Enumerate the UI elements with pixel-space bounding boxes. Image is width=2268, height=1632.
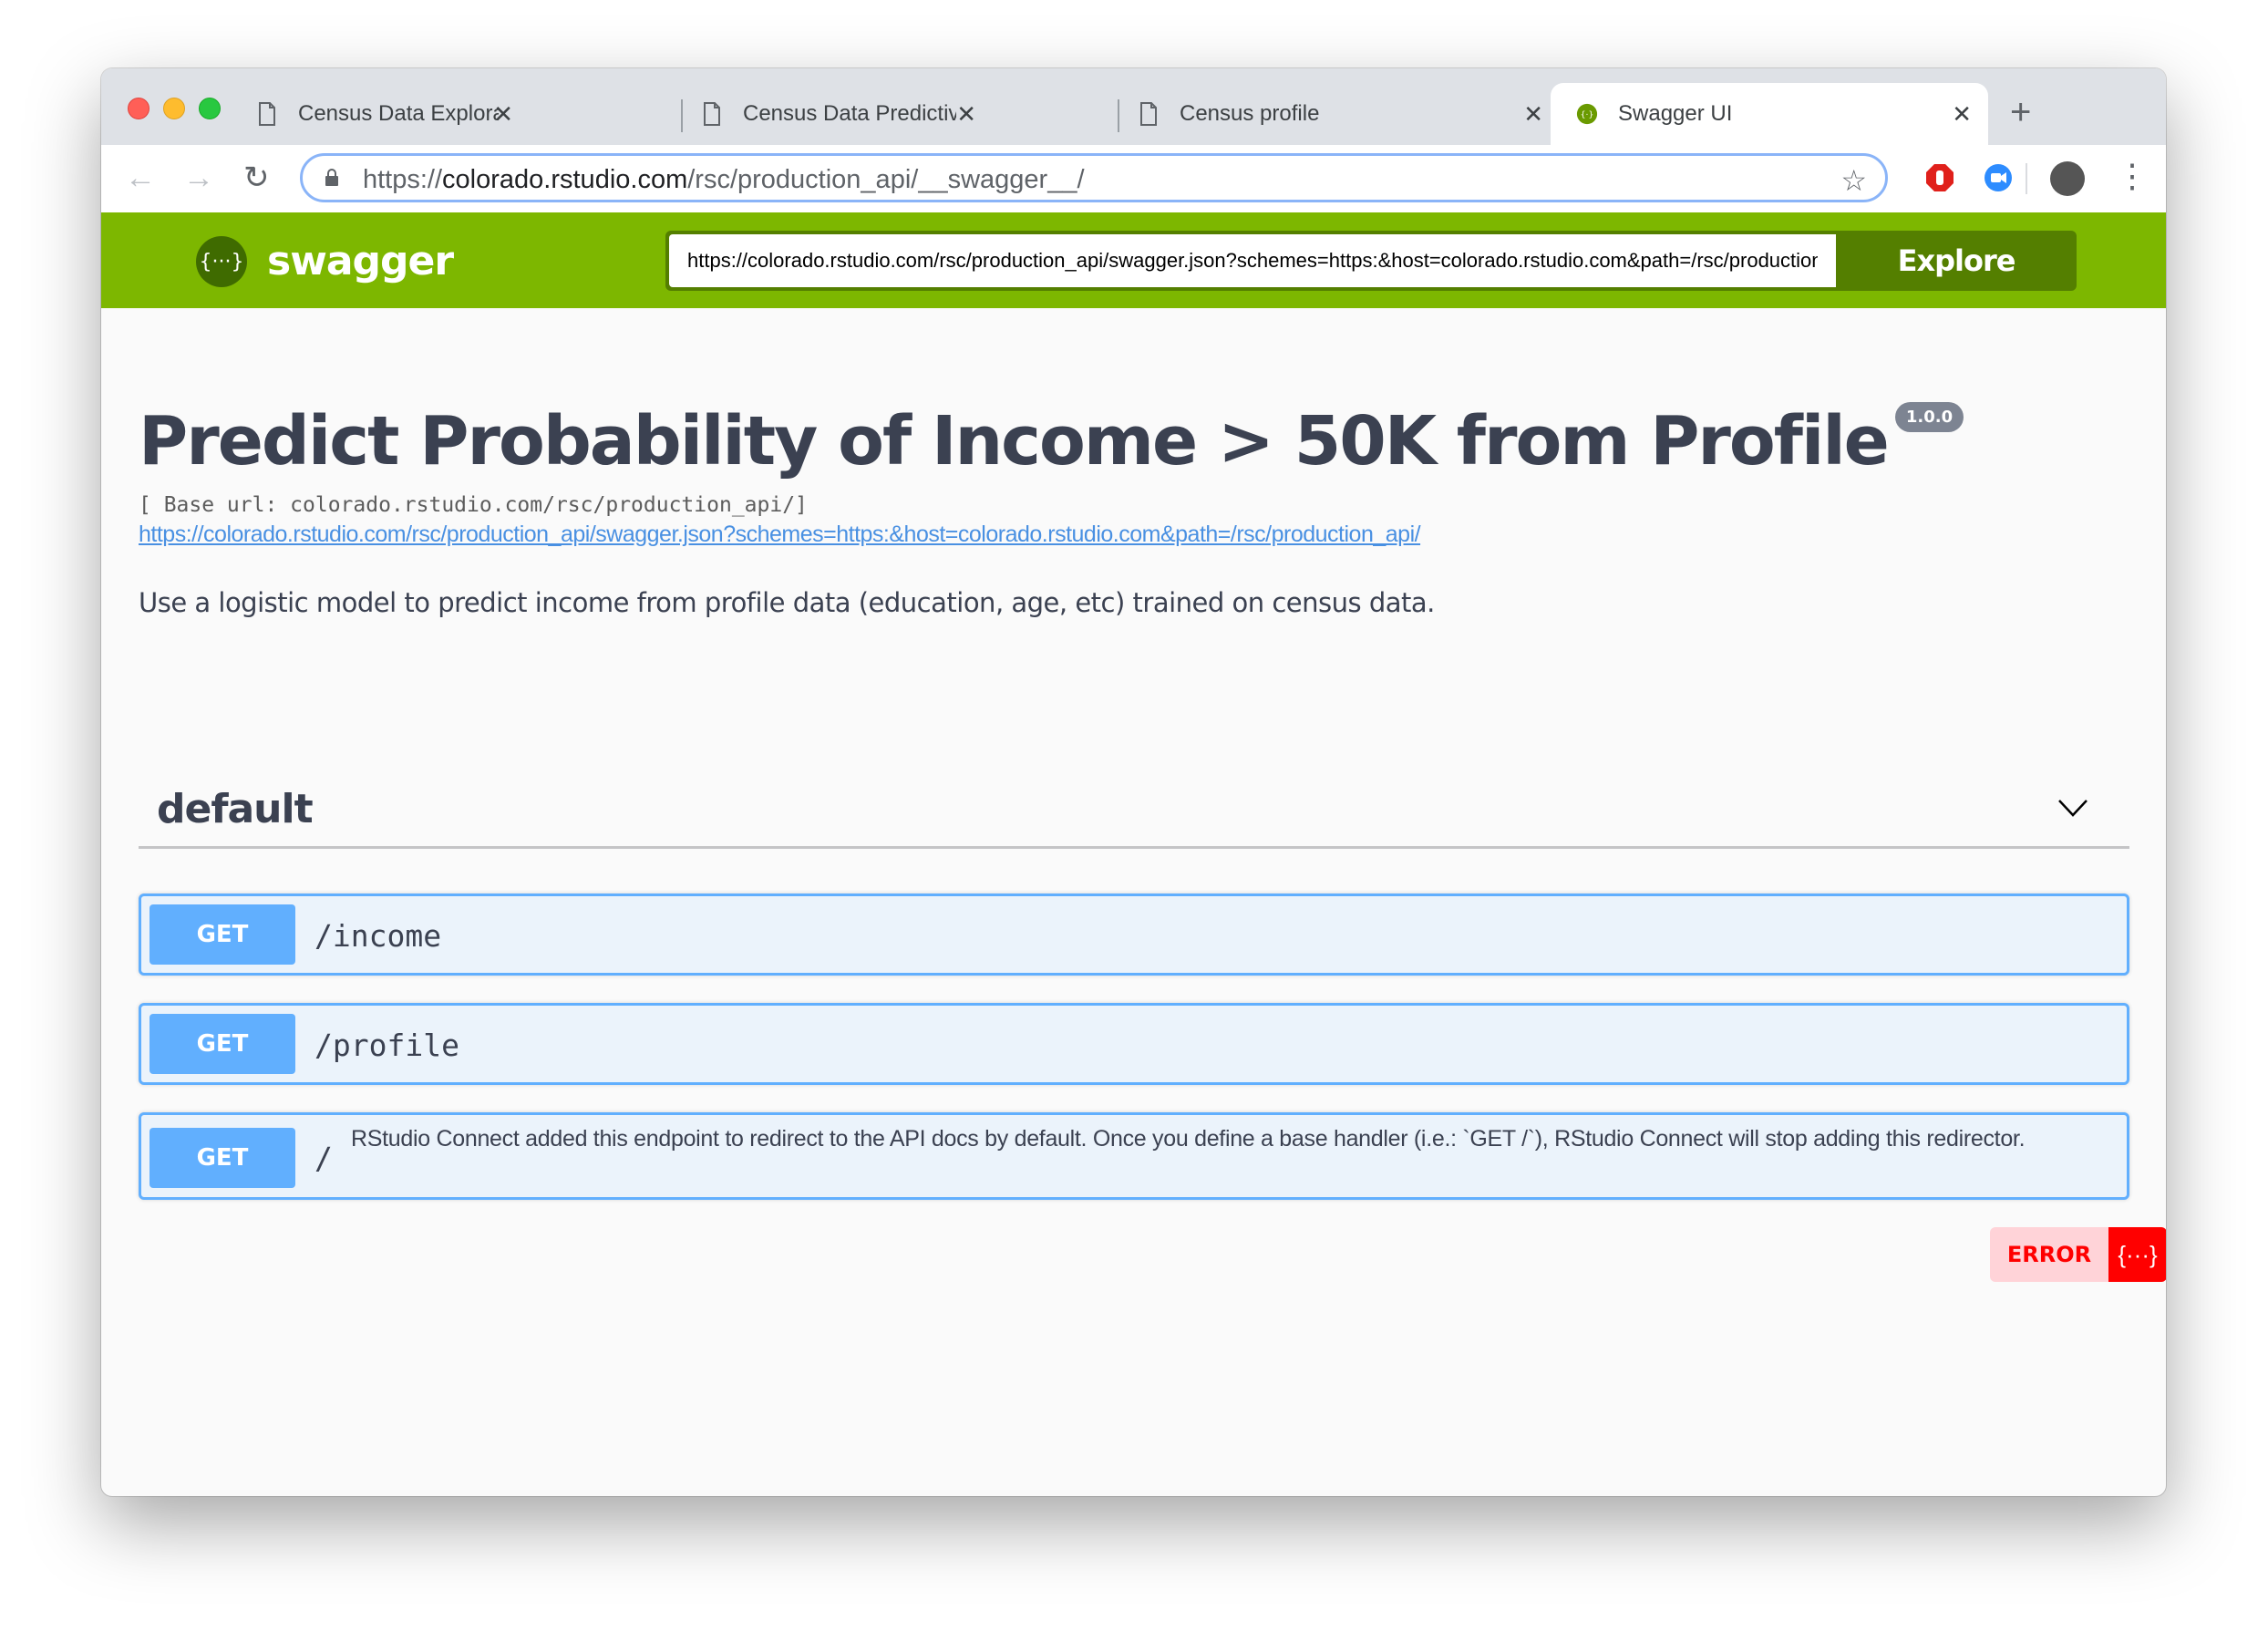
- url-text[interactable]: https://colorado.rstudio.com/rsc/product…: [363, 165, 1085, 195]
- tab-title: Swagger UI: [1618, 101, 1733, 126]
- close-window-button[interactable]: [128, 98, 149, 119]
- operation-path: /: [314, 1141, 333, 1176]
- tab-separator: [681, 99, 683, 132]
- operation-path: /profile: [314, 1028, 459, 1063]
- tab-census-eda[interactable]: Census Data Exploratory Analy ✕: [256, 83, 530, 145]
- document-icon: [701, 101, 723, 127]
- swagger-topbar: {···} swagger Explore: [101, 212, 2166, 308]
- api-title-text: Predict Probability of Income > 50K from…: [139, 402, 1890, 480]
- url-host: colorado.rstudio.com: [442, 165, 688, 194]
- tab-title: Census Data Exploratory Analy: [298, 101, 499, 126]
- api-title: Predict Probability of Income > 50K from…: [139, 402, 1964, 480]
- swagger-brand[interactable]: swagger: [267, 238, 454, 284]
- method-badge: GET: [149, 1128, 295, 1188]
- tab-title: Census Data Predictive Models: [743, 101, 956, 126]
- method-badge: GET: [149, 904, 295, 965]
- tab-close-icon[interactable]: ✕: [493, 100, 513, 129]
- zoom-icon[interactable]: [1984, 163, 2013, 192]
- browser-window: Census Data Exploratory Analy ✕ Census D…: [101, 68, 2166, 1496]
- validator-error-label: ERROR: [1990, 1227, 2108, 1282]
- api-description: Use a logistic model to predict income f…: [139, 587, 1435, 618]
- bookmark-star-icon[interactable]: ☆: [1840, 163, 1867, 198]
- version-badge: 1.0.0: [1894, 402, 1964, 432]
- chevron-down-icon[interactable]: [2057, 791, 2089, 824]
- method-badge: GET: [149, 1014, 295, 1074]
- adblock-icon[interactable]: [1925, 163, 1954, 192]
- base-url: [ Base url: colorado.rstudio.com/rsc/pro…: [139, 493, 808, 517]
- toolbar-separator: [2026, 163, 2027, 194]
- reload-button[interactable]: ↻: [243, 160, 270, 196]
- browser-menu-icon[interactable]: ⋮: [2116, 158, 2149, 194]
- document-icon: [256, 101, 278, 127]
- operation-path: /income: [314, 918, 442, 954]
- spec-link[interactable]: https://colorado.rstudio.com/rsc/product…: [139, 522, 1421, 548]
- url-scheme: https://: [363, 165, 443, 194]
- svg-text:{·}: {·}: [1581, 110, 1594, 120]
- tag-section-header[interactable]: default: [139, 773, 2129, 849]
- maximize-window-button[interactable]: [199, 98, 221, 119]
- operation-summary: RStudio Connect added this endpoint to r…: [351, 1126, 2026, 1152]
- tag-name: default: [157, 786, 314, 832]
- operation-get-profile[interactable]: GET /profile: [139, 1003, 2129, 1085]
- document-icon: [1138, 101, 1160, 127]
- tab-swagger-ui[interactable]: {·} Swagger UI ✕: [1551, 83, 1988, 145]
- tab-close-icon[interactable]: ✕: [1523, 100, 1543, 129]
- tab-title: Census profile: [1180, 101, 1320, 126]
- tab-close-icon[interactable]: ✕: [956, 100, 976, 129]
- validator-badge[interactable]: ERROR {···}: [1990, 1227, 2166, 1282]
- operation-get-income[interactable]: GET /income: [139, 893, 2129, 976]
- spec-url-input[interactable]: [669, 234, 1836, 287]
- swagger-favicon-icon: {·}: [1576, 101, 1598, 127]
- explore-button[interactable]: Explore: [1836, 231, 2077, 291]
- tab-census-predictive[interactable]: Census Data Predictive Models ✕: [701, 83, 993, 145]
- forward-button[interactable]: →: [183, 160, 214, 196]
- tab-census-profile[interactable]: Census profile ✕: [1138, 83, 1560, 145]
- browser-toolbar: ← → ↻ https://colorado.rstudio.com/rsc/p…: [101, 145, 2166, 213]
- tab-separator: [1118, 99, 1119, 132]
- swagger-logo-icon[interactable]: {···}: [196, 236, 247, 287]
- new-tab-button[interactable]: +: [2010, 94, 2031, 130]
- operation-get-root[interactable]: GET / RStudio Connect added this endpoin…: [139, 1112, 2129, 1200]
- minimize-window-button[interactable]: [163, 98, 185, 119]
- back-button[interactable]: ←: [125, 160, 156, 196]
- profile-avatar[interactable]: [2050, 161, 2085, 196]
- spec-url-form: Explore: [665, 231, 2077, 291]
- tab-bar: Census Data Exploratory Analy ✕ Census D…: [101, 68, 2166, 145]
- address-bar[interactable]: https://colorado.rstudio.com/rsc/product…: [300, 153, 1888, 202]
- url-path: /rsc/production_api/__swagger__/: [687, 165, 1085, 194]
- swagger-error-icon: {···}: [2108, 1227, 2166, 1282]
- tab-close-icon[interactable]: ✕: [1952, 100, 1972, 129]
- lock-icon: [325, 169, 339, 187]
